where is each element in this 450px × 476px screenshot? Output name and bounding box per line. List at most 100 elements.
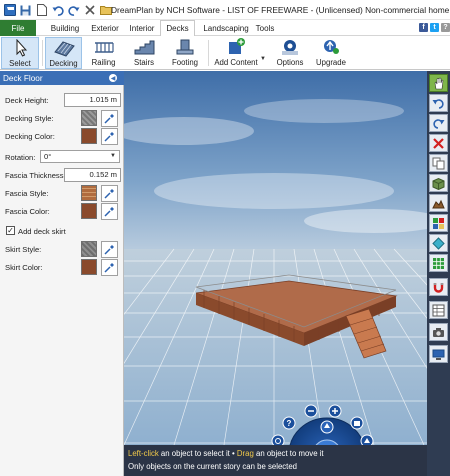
deck-height-row: Deck Height: 1.015 m	[0, 91, 124, 109]
status-hint-left-click: Left-click	[128, 449, 159, 458]
deck-height-label: Deck Height:	[5, 96, 49, 105]
screen-icon[interactable]	[429, 345, 448, 363]
save-icon[interactable]	[18, 3, 33, 17]
add-skirt-row: ✓ Add deck skirt	[0, 222, 124, 240]
status-hint-move: an object to move it	[253, 449, 324, 458]
tab-landscaping[interactable]: Landscaping	[198, 20, 254, 36]
decking-icon	[53, 41, 75, 57]
grid-icon[interactable]	[429, 254, 448, 272]
facebook-icon[interactable]: f	[419, 23, 428, 32]
upgrade-icon	[324, 40, 339, 54]
app-icon[interactable]	[2, 3, 17, 17]
tab-building[interactable]: Building	[44, 20, 86, 36]
undo-view-icon[interactable]	[429, 94, 448, 112]
status-bar: Left-click an object to select it • Drag…	[124, 445, 427, 476]
decking-color-row: Decking Color:	[0, 127, 124, 145]
railing-button[interactable]: Railing	[85, 37, 122, 69]
decking-button[interactable]: Decking	[45, 37, 82, 69]
fascia-color-picker-button[interactable]	[101, 203, 118, 220]
hand-icon[interactable]	[429, 74, 448, 92]
delete-icon[interactable]	[82, 3, 97, 17]
footing-icon	[176, 39, 194, 55]
rotation-select[interactable]: 0° ▼	[40, 150, 120, 163]
table-icon[interactable]	[429, 301, 448, 319]
fascia-style-label: Fascia Style:	[5, 189, 49, 198]
upgrade-button[interactable]: Upgrade	[312, 37, 350, 69]
box-icon[interactable]	[429, 174, 448, 192]
options-label: Options	[276, 58, 304, 67]
stairs-button[interactable]: Stairs	[125, 37, 163, 69]
decking-style-label: Decking Style:	[5, 114, 54, 123]
tab-decks[interactable]: Decks	[160, 20, 195, 37]
fascia-style-picker-button[interactable]	[101, 185, 118, 202]
rotation-row: Rotation: 0° ▼	[0, 148, 124, 166]
tab-interior[interactable]: Interior	[124, 20, 160, 36]
terrain-icon[interactable]	[429, 194, 448, 212]
tab-exterior[interactable]: Exterior	[86, 20, 124, 36]
scene-render[interactable]	[124, 71, 427, 445]
deck-floor-panel: Deck Floor ◀ Deck Height: 1.015 m Deckin…	[0, 71, 124, 476]
colors-icon[interactable]	[429, 234, 448, 252]
skirt-color-swatch[interactable]	[81, 259, 97, 275]
navigation-control[interactable]: ?	[269, 401, 385, 445]
skirt-color-picker-button[interactable]	[101, 259, 118, 276]
delete-red-icon[interactable]	[429, 134, 448, 152]
decking-style-picker-button[interactable]	[101, 110, 118, 127]
copy-icon[interactable]	[429, 154, 448, 172]
skirt-style-swatch[interactable]	[81, 241, 97, 257]
rotation-value: 0°	[44, 152, 52, 161]
skirt-style-picker-button[interactable]	[101, 241, 118, 258]
add-content-button[interactable]: Add Content	[211, 37, 261, 69]
decking-color-swatch[interactable]	[81, 128, 97, 144]
status-hint-line1: Left-click an object to select it • Drag…	[128, 449, 324, 458]
ribbon-toolbar: Select Decking Railing Stairs Footing Ad…	[0, 36, 450, 70]
cursor-icon	[16, 39, 28, 57]
add-skirt-checkbox[interactable]: ✓	[6, 226, 15, 235]
collapse-icon[interactable]: ◀	[109, 74, 117, 82]
panel-header: Deck Floor ◀	[0, 71, 124, 85]
decking-color-label: Decking Color:	[5, 132, 55, 141]
stairs-icon	[134, 40, 155, 55]
tab-tools[interactable]: Tools	[254, 20, 276, 36]
eyedropper-icon	[104, 189, 114, 199]
undo-icon[interactable]	[50, 3, 65, 17]
skirt-color-label: Skirt Color:	[5, 263, 43, 272]
redo-icon[interactable]	[66, 3, 81, 17]
view-toolbar	[427, 71, 450, 476]
fascia-thickness-input[interactable]: 0.152 m	[64, 168, 121, 182]
footing-button[interactable]: Footing	[166, 37, 204, 69]
add-content-icon	[229, 38, 245, 54]
decking-style-swatch[interactable]	[81, 110, 97, 126]
title-bar: DreamPlan by NCH Software - LIST OF FREE…	[0, 0, 450, 20]
new-icon[interactable]	[34, 3, 49, 17]
file-tab[interactable]: File	[0, 20, 36, 36]
select-button[interactable]: Select	[1, 37, 39, 69]
add-content-dropdown-icon[interactable]: ▼	[260, 56, 266, 62]
camera-icon[interactable]	[429, 323, 448, 341]
eyedropper-icon	[104, 132, 114, 142]
fascia-color-swatch[interactable]	[81, 203, 97, 219]
3d-viewport[interactable]: ?	[124, 71, 427, 445]
eyedropper-icon	[104, 114, 114, 124]
redo-view-icon[interactable]	[429, 114, 448, 132]
help-icon[interactable]: ?	[441, 23, 450, 32]
ribbon-tabs: File Building Exterior Interior Decks La…	[0, 20, 450, 37]
fascia-style-swatch[interactable]	[81, 185, 97, 201]
window-title: DreamPlan by NCH Software - LIST OF FREE…	[111, 5, 450, 15]
decking-color-picker-button[interactable]	[101, 128, 118, 145]
fascia-thickness-label: Fascia Thickness:	[5, 171, 66, 180]
footing-label: Footing	[171, 58, 198, 67]
svg-text:?: ?	[287, 419, 292, 428]
twitter-icon[interactable]: t	[430, 23, 439, 32]
options-button[interactable]: Options	[271, 37, 309, 69]
magnet-icon[interactable]	[429, 278, 448, 296]
paint-icon[interactable]	[429, 214, 448, 232]
status-hint-drag: Drag	[236, 449, 254, 458]
decking-label: Decking	[49, 59, 78, 68]
deck-height-input[interactable]: 1.015 m	[64, 93, 121, 107]
toolbar-separator	[208, 40, 209, 66]
skirt-color-row: Skirt Color:	[0, 258, 124, 276]
add-content-label: Add Content	[214, 58, 258, 67]
skirt-style-label: Skirt Style:	[5, 245, 42, 254]
upgrade-label: Upgrade	[316, 58, 346, 67]
